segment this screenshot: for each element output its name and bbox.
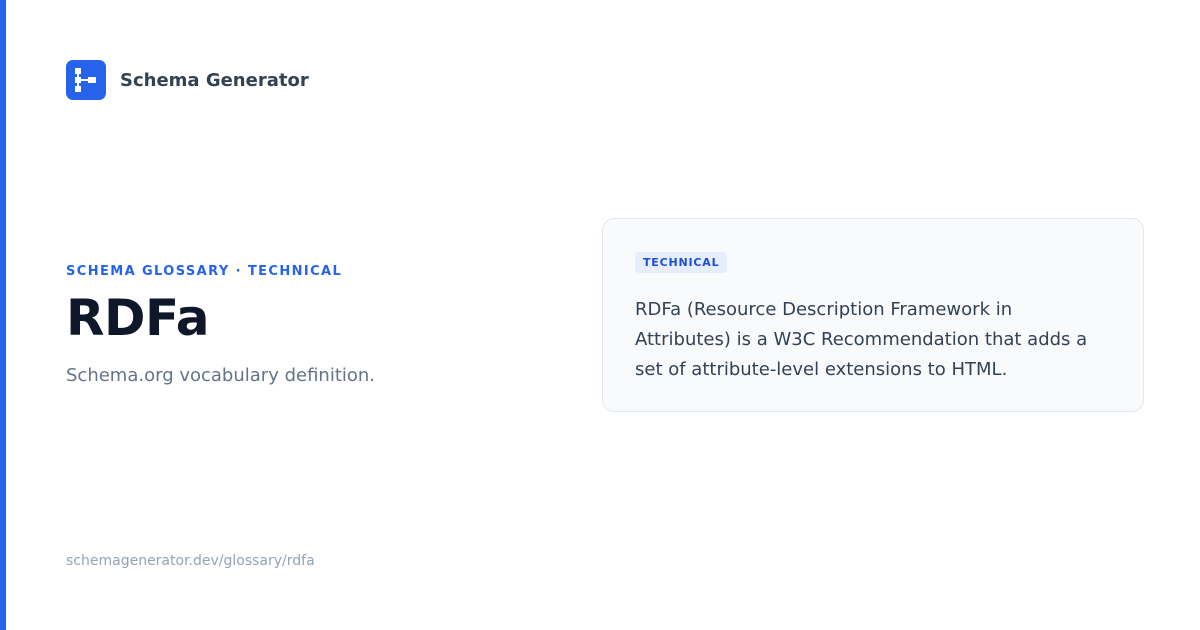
category-badge: TECHNICAL xyxy=(635,252,728,273)
accent-bar xyxy=(0,0,6,630)
definition-text: RDFa (Resource Description Framework in … xyxy=(635,299,1088,380)
page-url: schemagenerator.dev/glossary/rdfa xyxy=(66,553,315,569)
hero: SCHEMA GLOSSARY · TECHNICAL RDFa Schema.… xyxy=(66,264,566,386)
definition-card: TECHNICAL RDFa (Resource Description Fra… xyxy=(602,218,1144,412)
page-subtitle: Schema.org vocabulary definition. xyxy=(66,365,376,386)
brand: Schema Generator xyxy=(66,60,309,100)
sitemap-icon xyxy=(66,60,106,100)
eyebrow-label: SCHEMA GLOSSARY · TECHNICAL xyxy=(66,264,343,279)
glossary-card-page: Schema Generator SCHEMA GLOSSARY · TECHN… xyxy=(0,0,1200,630)
brand-name: Schema Generator xyxy=(120,69,309,91)
page-title: RDFa xyxy=(66,289,209,347)
